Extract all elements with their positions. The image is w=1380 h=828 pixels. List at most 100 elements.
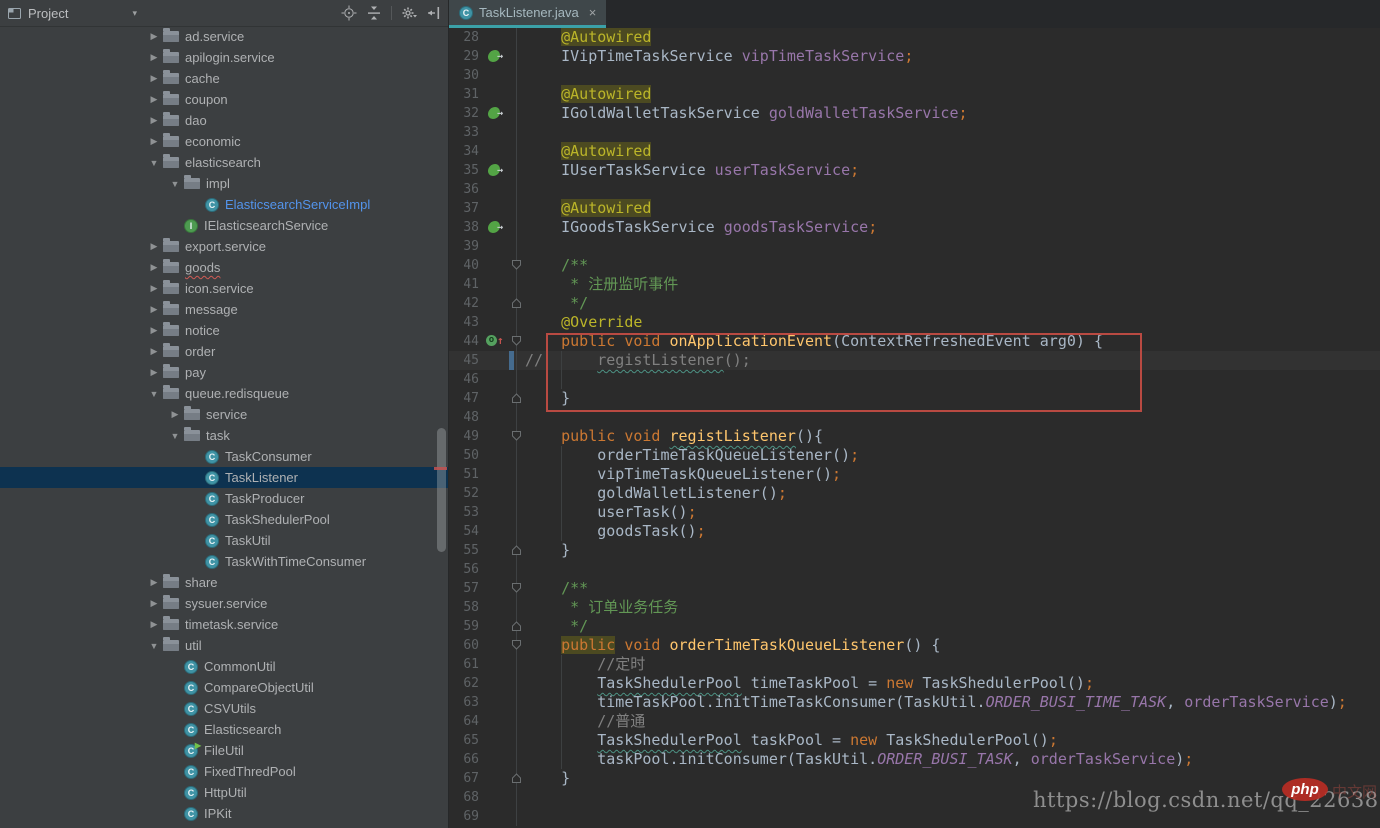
code-text[interactable]: public void onApplicationEvent(ContextRe… (525, 332, 1380, 351)
fold-gutter[interactable] (507, 598, 525, 617)
spring-bean-icon[interactable]: → (488, 164, 500, 176)
fold-gutter[interactable] (507, 123, 525, 142)
tree-item-apilogin.service[interactable]: ▶apilogin.service (0, 47, 448, 68)
code-text[interactable]: /** (525, 256, 1380, 275)
fold-gutter[interactable] (507, 218, 525, 237)
tab-tasklistener[interactable]: C TaskListener.java × (449, 0, 606, 28)
expand-arrow-icon[interactable]: ▶ (145, 325, 163, 336)
line-number[interactable]: 44 (449, 332, 485, 351)
line-number[interactable]: 39 (449, 237, 485, 256)
tree-item-icon.service[interactable]: ▶icon.service (0, 278, 448, 299)
code-line-60[interactable]: 60 public void orderTimeTaskQueueListene… (449, 636, 1380, 655)
code-text[interactable] (525, 180, 1380, 199)
code-line-51[interactable]: 51 vipTimeTaskQueueListener(); (449, 465, 1380, 484)
expand-arrow-icon[interactable]: ▶ (145, 241, 163, 252)
fold-gutter[interactable] (507, 256, 525, 275)
tree-item-TaskConsumer[interactable]: CTaskConsumer (0, 446, 448, 467)
fold-gutter[interactable] (507, 655, 525, 674)
fold-gutter[interactable] (507, 370, 525, 389)
code-text[interactable]: public void registListener(){ (525, 427, 1380, 446)
tree-item-TaskUtil[interactable]: CTaskUtil (0, 530, 448, 551)
tree-item-timetask.service[interactable]: ▶timetask.service (0, 614, 448, 635)
expand-arrow-icon[interactable]: ▶ (145, 577, 163, 588)
fold-gutter[interactable] (507, 522, 525, 541)
code-line-55[interactable]: 55 } (449, 541, 1380, 560)
line-number[interactable]: 66 (449, 750, 485, 769)
code-line-64[interactable]: 64 //普通 (449, 712, 1380, 731)
code-line-33[interactable]: 33 (449, 123, 1380, 142)
tree-item-order[interactable]: ▶order (0, 341, 448, 362)
fold-gutter[interactable] (507, 807, 525, 826)
tree-item-dao[interactable]: ▶dao (0, 110, 448, 131)
fold-gutter[interactable] (507, 142, 525, 161)
code-text[interactable]: vipTimeTaskQueueListener(); (525, 465, 1380, 484)
code-line-57[interactable]: 57 /** (449, 579, 1380, 598)
line-number[interactable]: 50 (449, 446, 485, 465)
fold-gutter[interactable] (507, 617, 525, 636)
line-number[interactable]: 42 (449, 294, 485, 313)
line-number[interactable]: 30 (449, 66, 485, 85)
collapse-all-icon[interactable] (366, 5, 382, 21)
locate-icon[interactable] (341, 5, 357, 21)
expand-arrow-icon[interactable]: ▶ (145, 598, 163, 609)
fold-gutter[interactable] (507, 731, 525, 750)
tree-item-TaskProducer[interactable]: CTaskProducer (0, 488, 448, 509)
expand-arrow-icon[interactable]: ▶ (145, 619, 163, 630)
code-line-35[interactable]: 35→ IUserTaskService userTaskService; (449, 161, 1380, 180)
fold-gutter[interactable] (507, 769, 525, 788)
expand-arrow-icon[interactable]: ▶ (166, 409, 184, 420)
code-line-59[interactable]: 59 */ (449, 617, 1380, 636)
tree-item-task[interactable]: ▼task (0, 425, 448, 446)
expand-arrow-icon[interactable]: ▶ (145, 262, 163, 273)
code-line-42[interactable]: 42 */ (449, 294, 1380, 313)
code-text[interactable] (525, 237, 1380, 256)
fold-region-start-icon[interactable] (511, 639, 522, 651)
tree-item-economic[interactable]: ▶economic (0, 131, 448, 152)
fold-gutter[interactable] (507, 674, 525, 693)
line-number[interactable]: 69 (449, 807, 485, 826)
line-number[interactable]: 51 (449, 465, 485, 484)
line-number[interactable]: 55 (449, 541, 485, 560)
fold-gutter[interactable] (507, 104, 525, 123)
code-text[interactable]: IVipTimeTaskService vipTimeTaskService; (525, 47, 1380, 66)
fold-gutter[interactable] (507, 750, 525, 769)
fold-region-start-icon[interactable] (511, 259, 522, 271)
code-line-45[interactable]: 45// registListener(); (449, 351, 1380, 370)
line-number[interactable]: 29 (449, 47, 485, 66)
tree-item-notice[interactable]: ▶notice (0, 320, 448, 341)
fold-gutter[interactable] (507, 332, 525, 351)
code-line-66[interactable]: 66 taskPool.initConsumer(TaskUtil.ORDER_… (449, 750, 1380, 769)
fold-gutter[interactable] (507, 237, 525, 256)
code-line-44[interactable]: 44o↑ public void onApplicationEvent(Cont… (449, 332, 1380, 351)
tree-item-ElasticsearchServiceImpl[interactable]: CElasticsearchServiceImpl (0, 194, 448, 215)
code-text[interactable]: TaskShedulerPool taskPool = new TaskShed… (525, 731, 1380, 750)
fold-gutter[interactable] (507, 47, 525, 66)
tree-scrollbar-thumb[interactable] (437, 428, 446, 552)
fold-gutter[interactable] (507, 85, 525, 104)
tree-item-TaskShedulerPool[interactable]: CTaskShedulerPool (0, 509, 448, 530)
tree-item-FileUtil[interactable]: C▶FileUtil (0, 740, 448, 761)
fold-gutter[interactable] (507, 351, 525, 370)
code-text[interactable]: * 注册监听事件 (525, 275, 1380, 294)
fold-gutter[interactable] (507, 541, 525, 560)
fold-gutter[interactable] (507, 788, 525, 807)
expand-arrow-icon[interactable]: ▶ (145, 73, 163, 84)
tree-item-goods[interactable]: ▶goods (0, 257, 448, 278)
code-line-58[interactable]: 58 * 订单业务任务 (449, 598, 1380, 617)
line-number[interactable]: 36 (449, 180, 485, 199)
code-text[interactable] (525, 408, 1380, 427)
line-number[interactable]: 35 (449, 161, 485, 180)
code-line-36[interactable]: 36 (449, 180, 1380, 199)
fold-gutter[interactable] (507, 503, 525, 522)
code-text[interactable]: IUserTaskService userTaskService; (525, 161, 1380, 180)
line-number[interactable]: 67 (449, 769, 485, 788)
settings-gear-icon[interactable] (401, 5, 417, 21)
expand-arrow-icon[interactable]: ▶ (145, 31, 163, 42)
code-line-54[interactable]: 54 goodsTask(); (449, 522, 1380, 541)
line-number[interactable]: 56 (449, 560, 485, 579)
collapse-arrow-icon[interactable]: ▼ (145, 158, 163, 168)
fold-region-end-icon[interactable] (511, 544, 522, 556)
line-number[interactable]: 34 (449, 142, 485, 161)
code-text[interactable]: TaskShedulerPool timeTaskPool = new Task… (525, 674, 1380, 693)
code-text[interactable]: goodsTask(); (525, 522, 1380, 541)
